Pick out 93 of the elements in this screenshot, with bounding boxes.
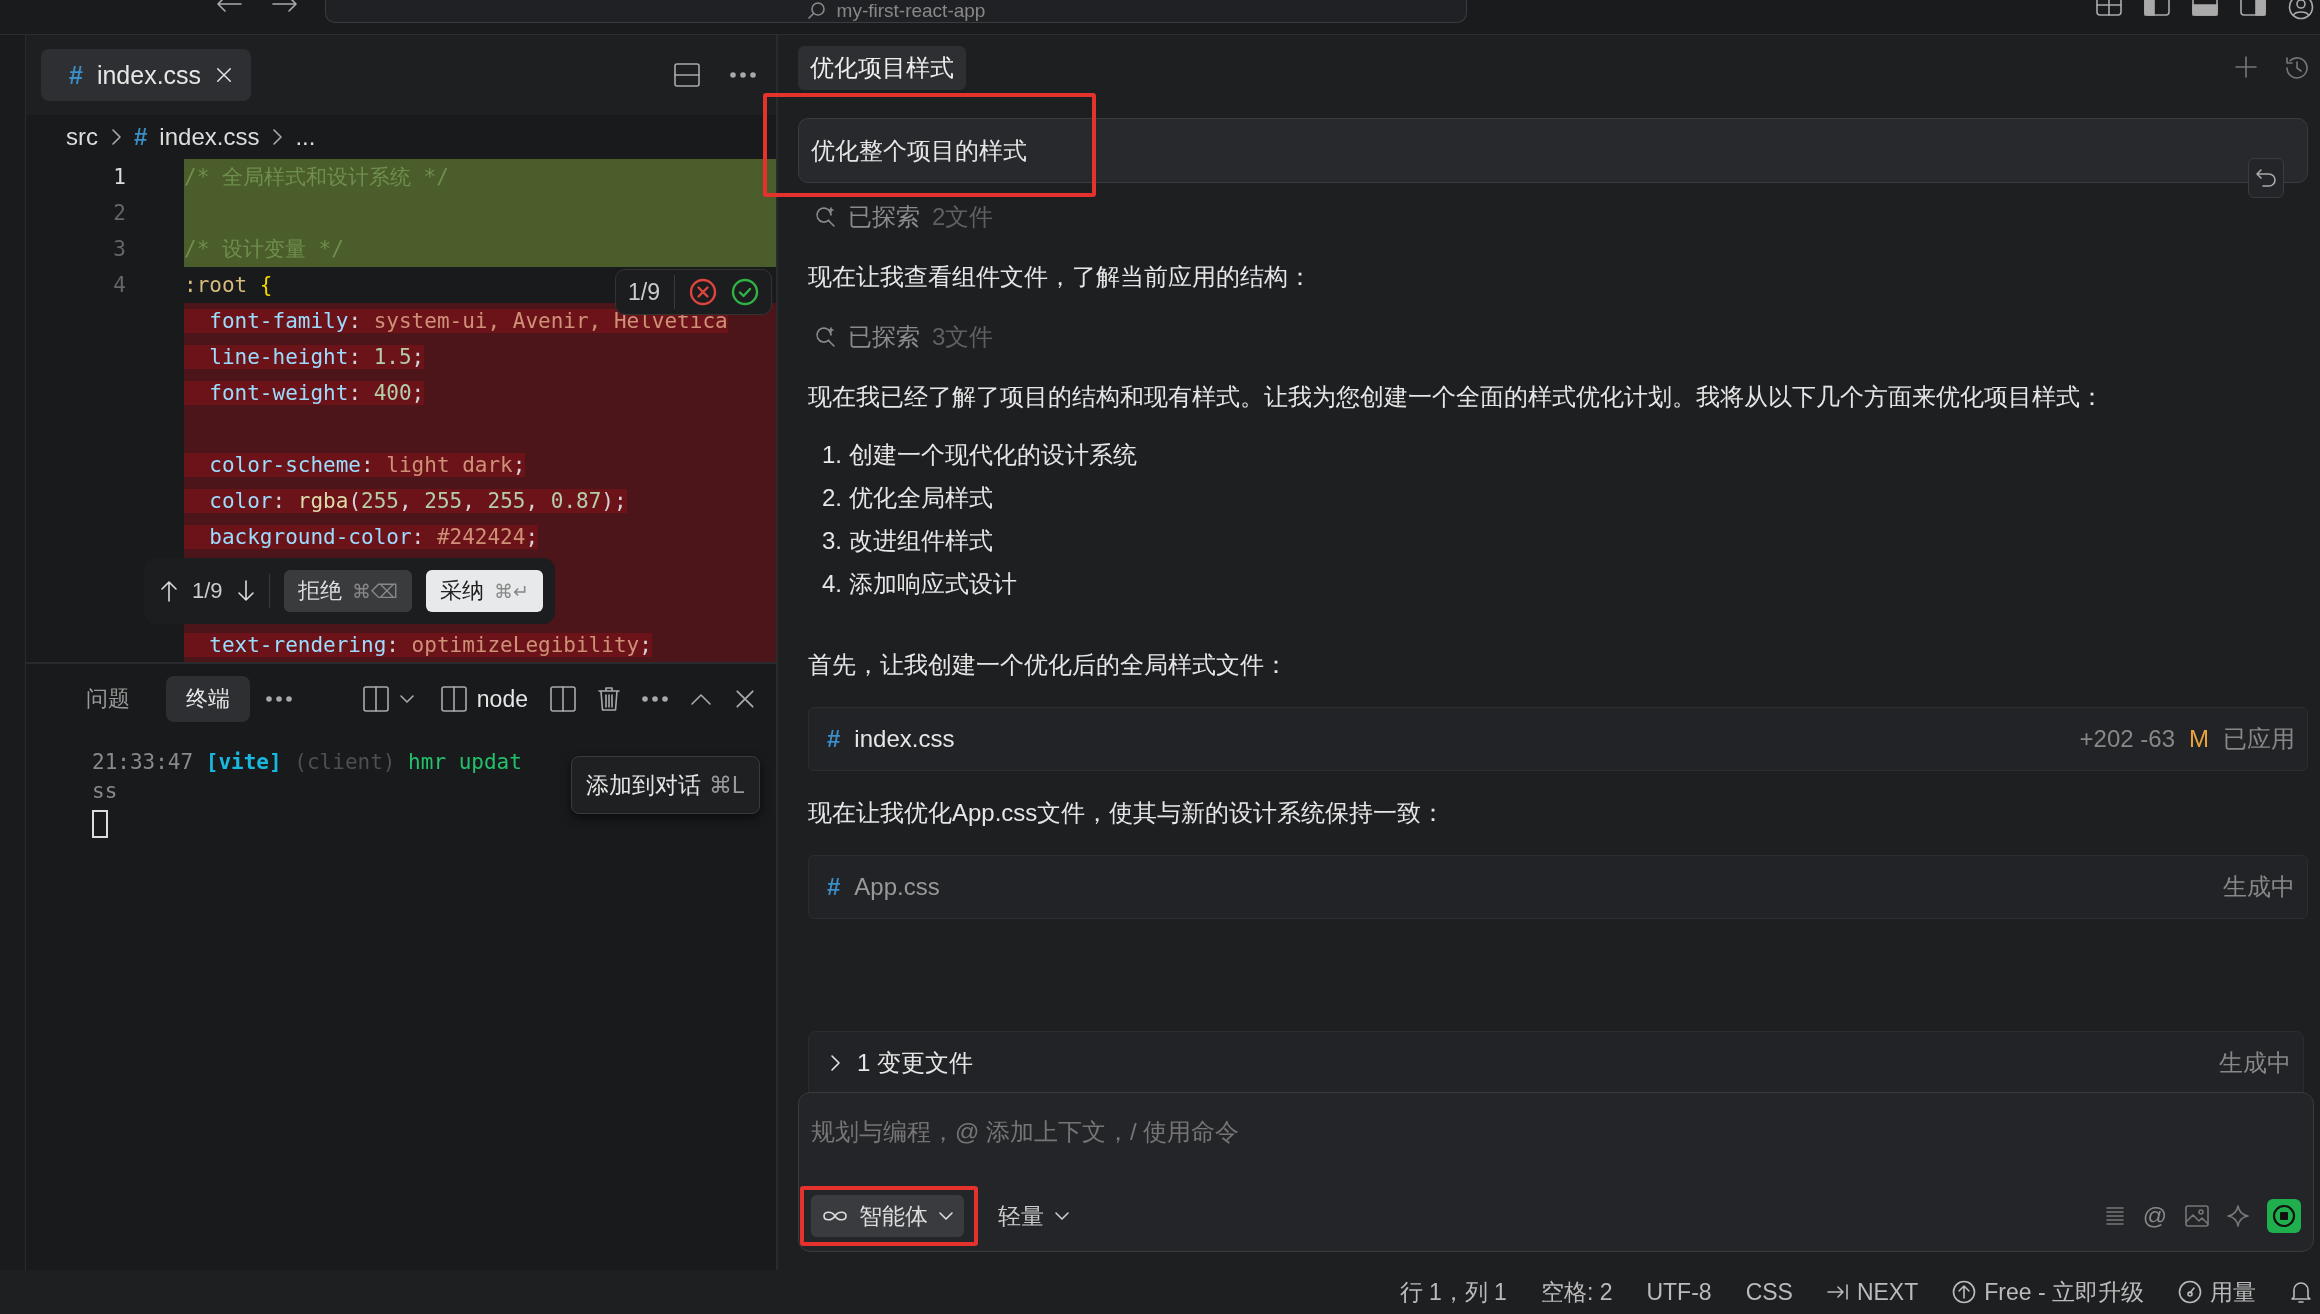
message-text: 现在让我查看组件文件，了解当前应用的结构： <box>808 262 1313 292</box>
model-selector[interactable]: 轻量 <box>992 1195 1076 1237</box>
breadcrumb-chevron-icon <box>110 127 122 147</box>
file-card[interactable]: # App.css 生成中 <box>808 855 2308 919</box>
more-icon[interactable] <box>730 72 756 78</box>
caret-icon <box>938 1211 954 1221</box>
sidebar-right-icon[interactable] <box>2240 0 2266 16</box>
undo-button[interactable] <box>2248 158 2284 198</box>
line-number: 2 <box>112 201 127 225</box>
change-counter: 1/9 <box>192 578 223 604</box>
panel-tab[interactable]: 问题 <box>66 676 150 722</box>
split-terminal-icon[interactable] <box>550 686 576 712</box>
tooltip: 添加到对话 ⌘L <box>571 756 760 814</box>
trash-icon[interactable] <box>598 686 620 712</box>
more-icon[interactable] <box>266 696 292 702</box>
breadcrumb-item[interactable]: ... <box>295 123 316 151</box>
line-number: 4 <box>112 273 127 297</box>
back-arrow-icon[interactable] <box>215 0 243 14</box>
account-icon[interactable] <box>2288 0 2314 20</box>
chevron-up-icon[interactable] <box>690 692 712 706</box>
history-icon[interactable] <box>2284 54 2310 81</box>
terminal-cursor <box>92 810 108 838</box>
breadcrumb-chevron-icon <box>271 127 284 147</box>
undo-icon <box>2255 168 2277 188</box>
arrow-up-icon[interactable] <box>160 580 178 602</box>
arrow-down-icon[interactable] <box>236 580 255 602</box>
forward-arrow-icon[interactable] <box>271 0 299 14</box>
panel-bottom-icon[interactable] <box>2192 0 2218 16</box>
list-item: 1. 创建一个现代化的设计系统 <box>822 440 1138 470</box>
changed-files-bar[interactable]: 1 变更文件 生成中 <box>808 1031 2304 1095</box>
next-button[interactable]: NEXT <box>1826 1278 1919 1306</box>
status-item[interactable]: 空格: 2 <box>1540 1276 1613 1308</box>
terminal-icon[interactable] <box>440 686 467 712</box>
list-item: 2. 优化全局样式 <box>822 483 994 513</box>
infinity-icon <box>821 1208 849 1224</box>
reject-button[interactable]: 拒绝 ⌘⌫ <box>283 570 412 612</box>
layout-grid-icon[interactable] <box>2096 0 2122 16</box>
message-text: 现在我已经了解了项目的结构和现有样式。让我为您创建一个全面的样式优化计划。我将从以下几个方面来优化项目样式： <box>808 382 2105 412</box>
status-item[interactable]: UTF-8 <box>1646 1278 1712 1306</box>
terminal-line: ss <box>92 778 118 805</box>
usage-button[interactable]: 用量 <box>2178 1276 2256 1308</box>
reject-icon[interactable] <box>689 278 717 306</box>
stop-button[interactable] <box>2267 1199 2301 1233</box>
new-chat-icon[interactable] <box>2234 54 2258 79</box>
search-field[interactable]: my-first-react-app <box>325 0 1467 23</box>
accept-button[interactable]: 采纳 ⌘↵ <box>425 570 543 612</box>
caret-icon <box>1054 1211 1070 1221</box>
more-icon[interactable] <box>642 696 668 702</box>
line-number: 1 <box>112 165 127 189</box>
close-icon[interactable] <box>734 688 756 710</box>
chat-tab[interactable]: 优化项目样式 <box>798 45 966 90</box>
layout-icon[interactable] <box>362 686 389 712</box>
stop-icon <box>2272 1204 2296 1228</box>
change-counter: 1/9 <box>628 278 660 306</box>
explored-label: 已探索 <box>848 202 920 232</box>
upgrade-icon <box>1952 1280 1977 1304</box>
status-item[interactable]: CSS <box>1745 1278 1793 1306</box>
file-count: 3文件 <box>932 322 994 352</box>
file-count: 2文件 <box>932 202 994 232</box>
bell-icon[interactable] <box>2290 1280 2312 1304</box>
tab-arrow-icon <box>1826 1283 1849 1301</box>
panel-tab[interactable]: 终端 <box>166 676 250 722</box>
close-icon[interactable] <box>215 66 234 84</box>
file-card[interactable]: # index.css +202 -63 M 已应用 <box>808 707 2308 771</box>
mention-button[interactable]: @ <box>2142 1202 2167 1230</box>
agent-mode-button[interactable]: 智能体 <box>811 1195 964 1237</box>
text-lines-icon[interactable] <box>2104 1205 2125 1227</box>
image-icon[interactable] <box>2185 1205 2209 1227</box>
message-text: 首先，让我创建一个优化后的全局样式文件： <box>808 650 1289 680</box>
editor-tab[interactable]: # index.css <box>41 49 252 101</box>
search-spark-icon <box>814 206 836 228</box>
sparkle-icon[interactable] <box>2227 1205 2249 1227</box>
gauge-icon <box>2178 1280 2202 1304</box>
search-icon <box>806 1 827 21</box>
explored-label: 已探索 <box>848 322 920 352</box>
upgrade-link[interactable]: Free - 立即升级 <box>1952 1276 2144 1308</box>
chevron-icon <box>829 1053 841 1073</box>
search-spark-icon <box>814 326 836 348</box>
user-message: 优化整个项目的样式 <box>798 118 2308 183</box>
line-number: 3 <box>112 237 127 261</box>
list-item: 4. 添加响应式设计 <box>822 569 1018 599</box>
breadcrumb-item[interactable]: # index.css <box>134 123 260 151</box>
message-text: 现在让我优化App.css文件，使其与新的设计系统保持一致： <box>808 798 1447 828</box>
list-item: 3. 改进组件样式 <box>822 526 994 556</box>
accept-icon[interactable] <box>731 278 759 306</box>
caret-icon <box>398 694 415 704</box>
split-editor-icon[interactable] <box>674 63 700 87</box>
status-item[interactable]: 行 1，列 1 <box>1399 1276 1507 1308</box>
breadcrumb-item[interactable]: src <box>66 123 98 151</box>
sidebar-left-icon[interactable] <box>2144 0 2170 16</box>
code-line: :root { <box>184 272 273 299</box>
chat-input[interactable]: 规划与编程，@ 添加上下文，/ 使用命令 智能体 轻量 @ <box>798 1092 2314 1252</box>
shell-name[interactable]: node <box>476 685 528 713</box>
